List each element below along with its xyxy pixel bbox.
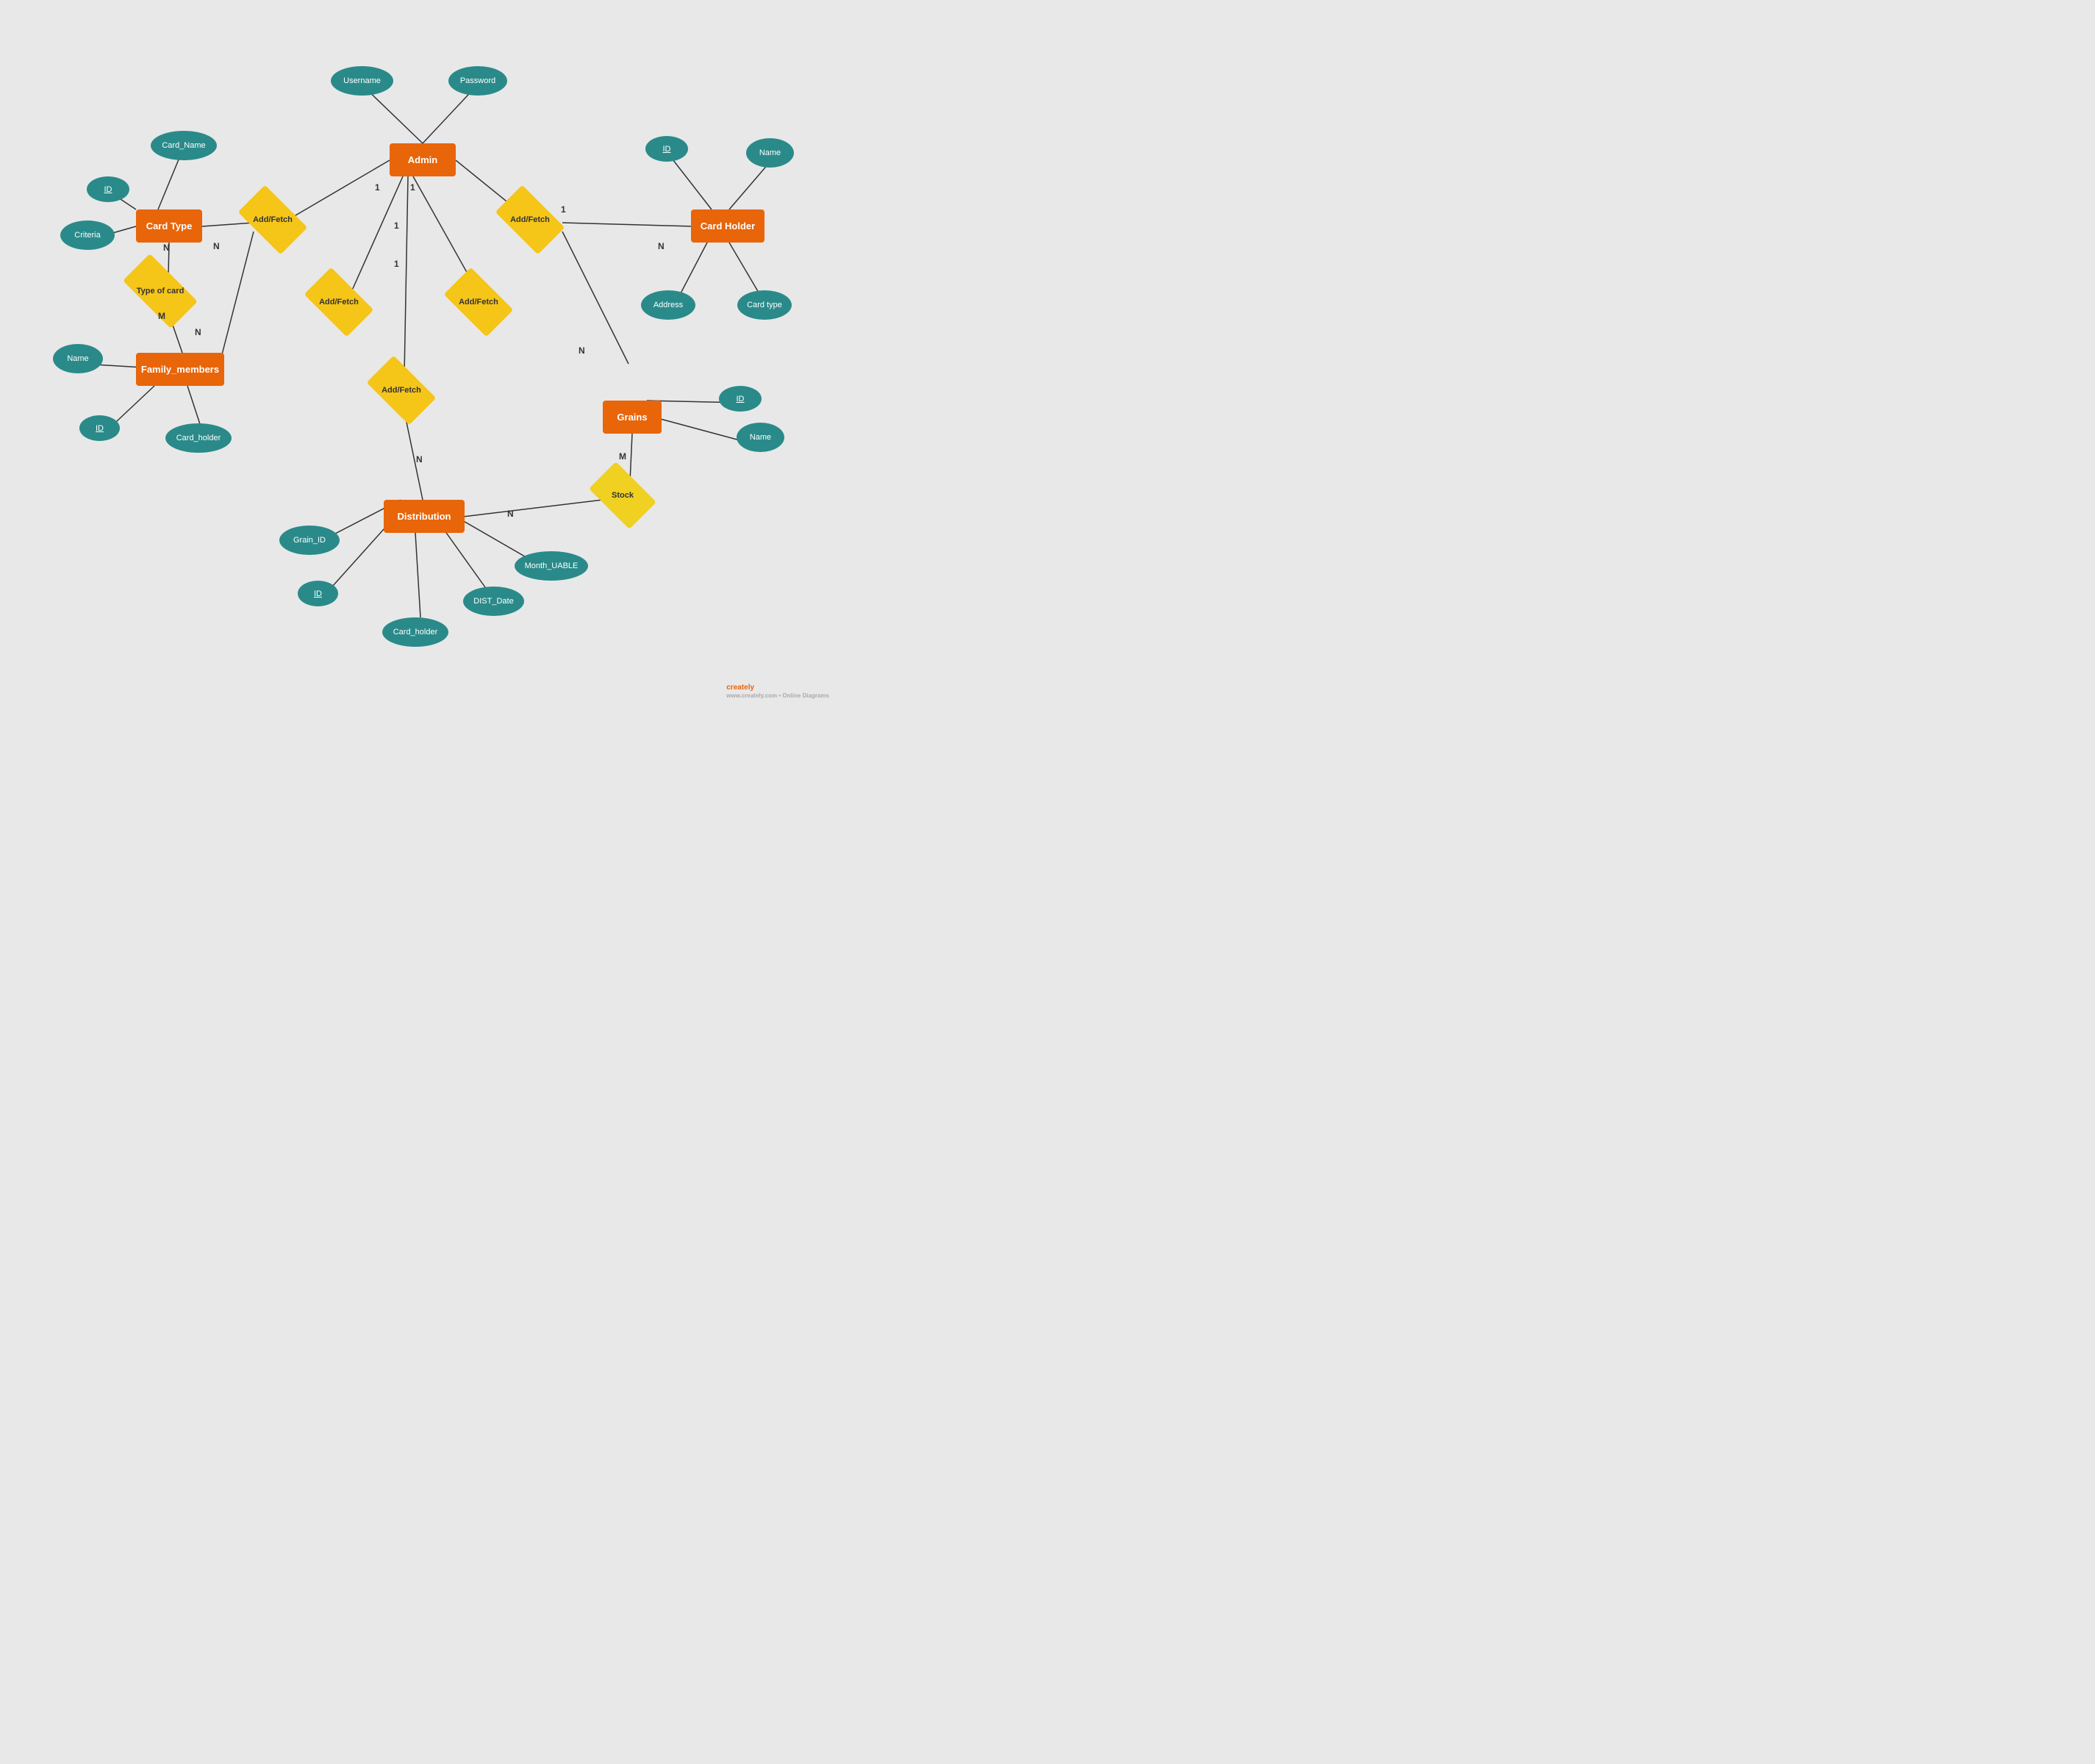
entity-card-holder[interactable]: Card Holder [691,209,764,243]
diagram-container: Admin Card Type Family_members Distribut… [0,0,838,706]
rel-addfetch1: Add/Fetch [243,201,303,239]
label-1-admin-mid2: 1 [394,259,399,269]
attr-ct-id: ID [87,176,129,202]
attr-grains-name: Name [737,423,784,452]
entity-distribution[interactable]: Distribution [384,500,465,533]
label-N-fm: N [195,327,201,337]
rel-addfetch2: Add/Fetch [500,201,560,239]
attr-dist-cardholder: Card_holder [382,617,448,647]
label-1-admin-left: 1 [375,182,380,193]
watermark: creately www.creately.com • Online Diagr… [726,684,829,700]
label-1-admin-mid1: 1 [394,220,399,231]
attr-card-name: Card_Name [151,131,217,160]
attr-username: Username [331,66,393,96]
attr-ch-id: ID [645,136,688,162]
attr-ch-address: Address [641,290,695,320]
entity-card-type[interactable]: Card Type [136,209,202,243]
entity-grains[interactable]: Grains [603,401,662,434]
rel-addfetch4: Add/Fetch [448,283,509,321]
label-1-admin-right: 1 [410,182,415,193]
label-M-typeofcard: M [158,311,165,321]
label-M-grains-stock: M [619,451,626,462]
attr-dist-grainid: Grain_ID [279,526,340,555]
attr-grains-id: ID [719,386,762,412]
connections-svg [0,0,838,706]
attr-dist-month: Month_UABLE [515,551,588,581]
label-N-cardholder: N [658,241,665,251]
attr-fm-id: ID [79,415,120,441]
attr-fm-cardholder: Card_holder [165,423,232,453]
rel-stock: Stock [594,476,651,514]
attr-name-fm: Name [53,344,103,373]
entity-family-members[interactable]: Family_members [136,353,224,386]
attr-ch-name: Name [746,138,794,168]
label-N-stock: N [507,509,514,519]
label-N-addfetch1-left: N [213,241,220,251]
rel-type-of-card: Type of card [126,272,194,310]
entity-admin[interactable]: Admin [390,143,456,176]
label-N-cardtype: N [163,243,170,253]
rel-addfetch5: Add/Fetch [371,371,431,409]
rel-addfetch3: Add/Fetch [309,283,369,321]
label-1-addfetch2-right: 1 [561,204,566,215]
attr-dist-date: DIST_Date [463,587,524,616]
label-N-dist: N [416,454,423,465]
attr-dist-id: ID [298,581,338,606]
label-N-grains: N [579,345,585,356]
attr-password: Password [448,66,507,96]
attr-ct-criteria: Criteria [60,220,115,250]
attr-ch-cardtype: Card type [737,290,792,320]
